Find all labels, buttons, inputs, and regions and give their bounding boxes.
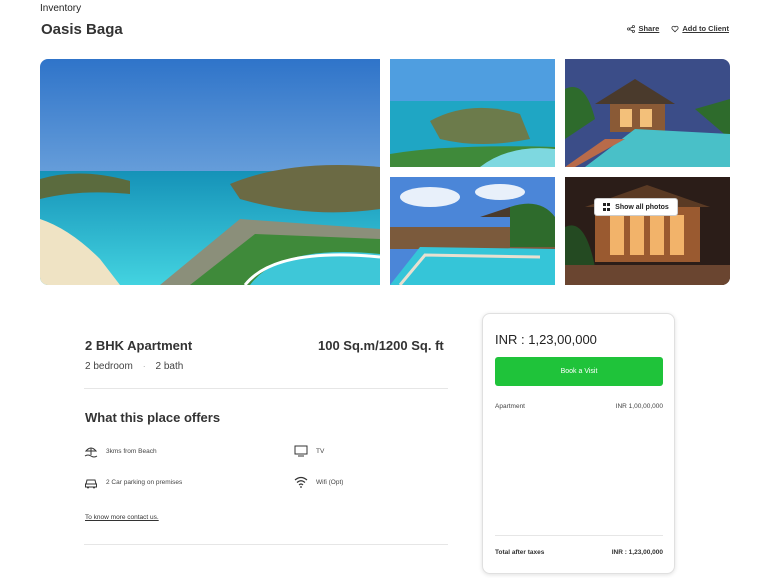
wifi-icon <box>294 476 308 488</box>
beach-umbrella-icon <box>84 447 98 458</box>
show-all-photos-label: Show all photos <box>615 203 669 211</box>
car-icon <box>85 479 97 489</box>
total-label: Total after taxes <box>495 549 545 556</box>
amenity-label: Wifi (Opt) <box>316 478 344 486</box>
add-to-client-button[interactable]: Add to Client <box>671 24 729 33</box>
top-actions: Share Add to Client <box>627 24 729 33</box>
amenity-label: TV <box>316 447 325 455</box>
book-visit-button[interactable]: Book a Visit <box>495 357 663 386</box>
separator-dot: · <box>142 362 146 371</box>
photo-gallery <box>40 59 730 285</box>
photo-4[interactable] <box>390 177 555 285</box>
price: INR : 1,23,00,000 <box>495 332 597 347</box>
divider <box>84 388 448 389</box>
amenity-item: 2 Car parking on premises <box>84 475 182 489</box>
bedroom-count: 2 bedroom <box>85 361 133 372</box>
offers-heading: What this place offers <box>85 410 221 425</box>
line-item-value: INR 1,00,00,000 <box>615 403 663 410</box>
share-label: Share <box>638 24 660 33</box>
share-icon <box>627 24 636 33</box>
apartment-type: 2 BHK Apartment <box>85 338 193 353</box>
share-button[interactable]: Share <box>627 24 659 33</box>
apartment-area: 100 Sq.m/1200 Sq. ft <box>318 338 444 353</box>
contact-us-link[interactable]: To know more contact us. <box>85 514 159 521</box>
amenity-item: 3kms from Beach <box>84 444 157 458</box>
bath-count: 2 bath <box>155 361 184 372</box>
apartment-details: 2 bedroom · 2 bath <box>85 361 183 372</box>
photo-5[interactable] <box>565 177 730 285</box>
amenity-item: Wifi (Opt) <box>294 475 343 489</box>
show-all-photos-button[interactable]: Show all photos <box>594 198 678 216</box>
total-value: INR : 1,23,00,000 <box>611 549 663 556</box>
divider <box>84 544 448 545</box>
tv-icon <box>294 445 308 457</box>
amenity-label: 2 Car parking on premises <box>106 478 183 486</box>
amenity-label: 3kms from Beach <box>106 447 157 455</box>
line-item-label: Apartment <box>495 403 525 410</box>
heart-icon <box>671 25 679 32</box>
page-title: Oasis Baga <box>41 21 123 38</box>
price-card: INR : 1,23,00,000 Book a Visit Apartment… <box>482 313 675 574</box>
add-to-client-label: Add to Client <box>682 24 729 33</box>
divider <box>495 535 663 536</box>
photo-2[interactable] <box>390 59 555 167</box>
breadcrumb[interactable]: Inventory <box>40 3 81 14</box>
photo-3[interactable] <box>565 59 730 167</box>
total-row: Total after taxes INR : 1,23,00,000 <box>495 549 663 556</box>
amenity-item: TV <box>294 444 324 458</box>
grid-icon <box>603 203 611 211</box>
price-line-item: Apartment INR 1,00,00,000 <box>495 403 663 410</box>
main-photo[interactable] <box>40 59 380 285</box>
